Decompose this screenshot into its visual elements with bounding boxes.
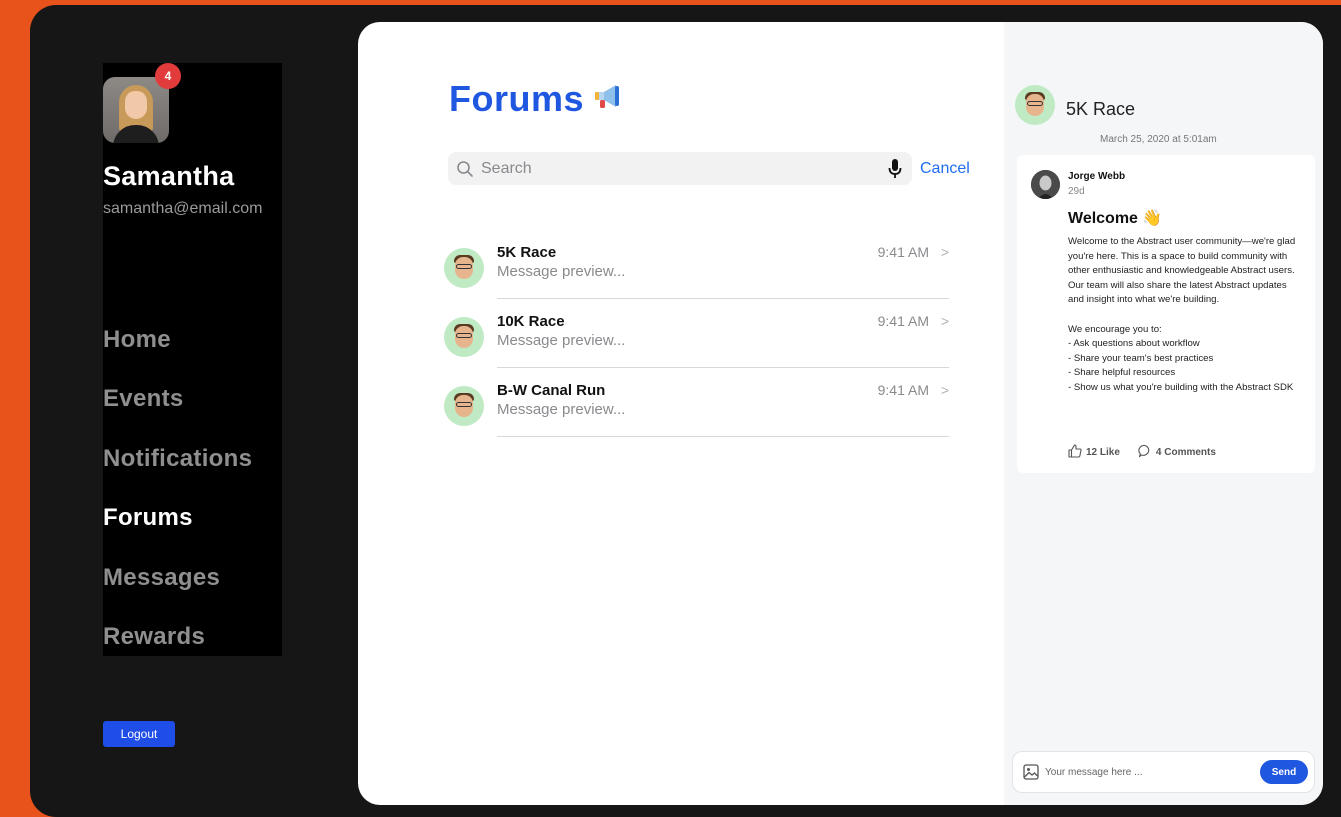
- megaphone-icon: [592, 78, 626, 120]
- post-author[interactable]: Jorge Webb: [1068, 171, 1125, 182]
- search-input[interactable]: [481, 152, 871, 185]
- post-card: Jorge Webb 29d Welcome 👋 Welcome to the …: [1017, 155, 1315, 473]
- post-title: Welcome 👋: [1068, 210, 1163, 227]
- page-title-text: Forums: [449, 78, 585, 119]
- sidebar-item-events[interactable]: Events: [103, 385, 252, 444]
- author-avatar: [1031, 170, 1060, 199]
- chevron-right-icon: >: [940, 244, 949, 260]
- send-button[interactable]: Send: [1260, 760, 1308, 784]
- divider: [497, 436, 949, 437]
- chevron-right-icon: >: [940, 382, 949, 398]
- message-composer: Send: [1012, 751, 1315, 793]
- post-body: Welcome to the Abstract user community—w…: [1068, 236, 1296, 393]
- avatar: [444, 317, 484, 357]
- user-email: samantha@email.com: [103, 200, 263, 217]
- thread-preview: Message preview...: [497, 401, 626, 418]
- thread-preview: Message preview...: [497, 332, 626, 349]
- like-count: 12 Like: [1086, 447, 1120, 458]
- logout-button[interactable]: Logout: [103, 721, 175, 747]
- list-item[interactable]: 5K Race Message preview... 9:41 AM >: [444, 230, 949, 299]
- sidebar-item-messages[interactable]: Messages: [103, 564, 252, 623]
- comment-icon: [1138, 444, 1152, 461]
- user-name: Samantha: [103, 161, 235, 191]
- thread-panel-title: 5K Race: [1066, 99, 1136, 119]
- sidebar-nav: Home Events Notifications Forums Message…: [103, 326, 252, 682]
- search-bar: [448, 152, 912, 185]
- microphone-icon[interactable]: [888, 159, 902, 184]
- avatar: [1015, 85, 1055, 125]
- thread-preview: Message preview...: [497, 263, 626, 280]
- thread-time: 9:41 AM: [877, 244, 929, 260]
- thread-panel: 5K Race March 25, 2020 at 5:01am Jorge W…: [1004, 22, 1323, 805]
- thread-title: 10K Race: [497, 313, 565, 330]
- comments-button[interactable]: 4 Comments: [1138, 444, 1216, 461]
- avatar: [444, 386, 484, 426]
- sidebar-item-rewards[interactable]: Rewards: [103, 623, 252, 682]
- thread-title: B-W Canal Run: [497, 382, 606, 399]
- main-card: Forums Cancel 5K Race Message preview...…: [358, 22, 1323, 805]
- cancel-button[interactable]: Cancel: [920, 160, 970, 178]
- page-title: Forums: [449, 78, 626, 120]
- thread-title: 5K Race: [497, 244, 557, 261]
- message-input[interactable]: [1045, 762, 1245, 782]
- avatar[interactable]: 4: [103, 63, 181, 143]
- avatar: [444, 248, 484, 288]
- list-item[interactable]: 10K Race Message preview... 9:41 AM >: [444, 299, 949, 368]
- post-age: 29d: [1068, 186, 1085, 197]
- notification-badge: 4: [155, 63, 181, 89]
- list-item[interactable]: B-W Canal Run Message preview... 9:41 AM…: [444, 368, 949, 437]
- thread-time: 9:41 AM: [877, 313, 929, 329]
- thread-time: 9:41 AM: [877, 382, 929, 398]
- post-actions: 12 Like 4 Comments: [1068, 444, 1216, 461]
- sidebar: 4 Samantha samantha@email.com Home Event…: [103, 63, 282, 656]
- thread-date: March 25, 2020 at 5:01am: [1100, 134, 1217, 145]
- thumbs-up-icon: [1068, 444, 1082, 461]
- sidebar-item-home[interactable]: Home: [103, 326, 252, 385]
- chevron-right-icon: >: [940, 313, 949, 329]
- comment-count: 4 Comments: [1155, 447, 1216, 458]
- image-icon[interactable]: [1023, 764, 1039, 785]
- like-button[interactable]: 12 Like: [1068, 444, 1120, 461]
- sidebar-item-forums[interactable]: Forums: [103, 504, 252, 563]
- sidebar-item-notifications[interactable]: Notifications: [103, 445, 252, 504]
- thread-list: 5K Race Message preview... 9:41 AM > 10K…: [444, 230, 949, 437]
- search-icon: [456, 160, 474, 183]
